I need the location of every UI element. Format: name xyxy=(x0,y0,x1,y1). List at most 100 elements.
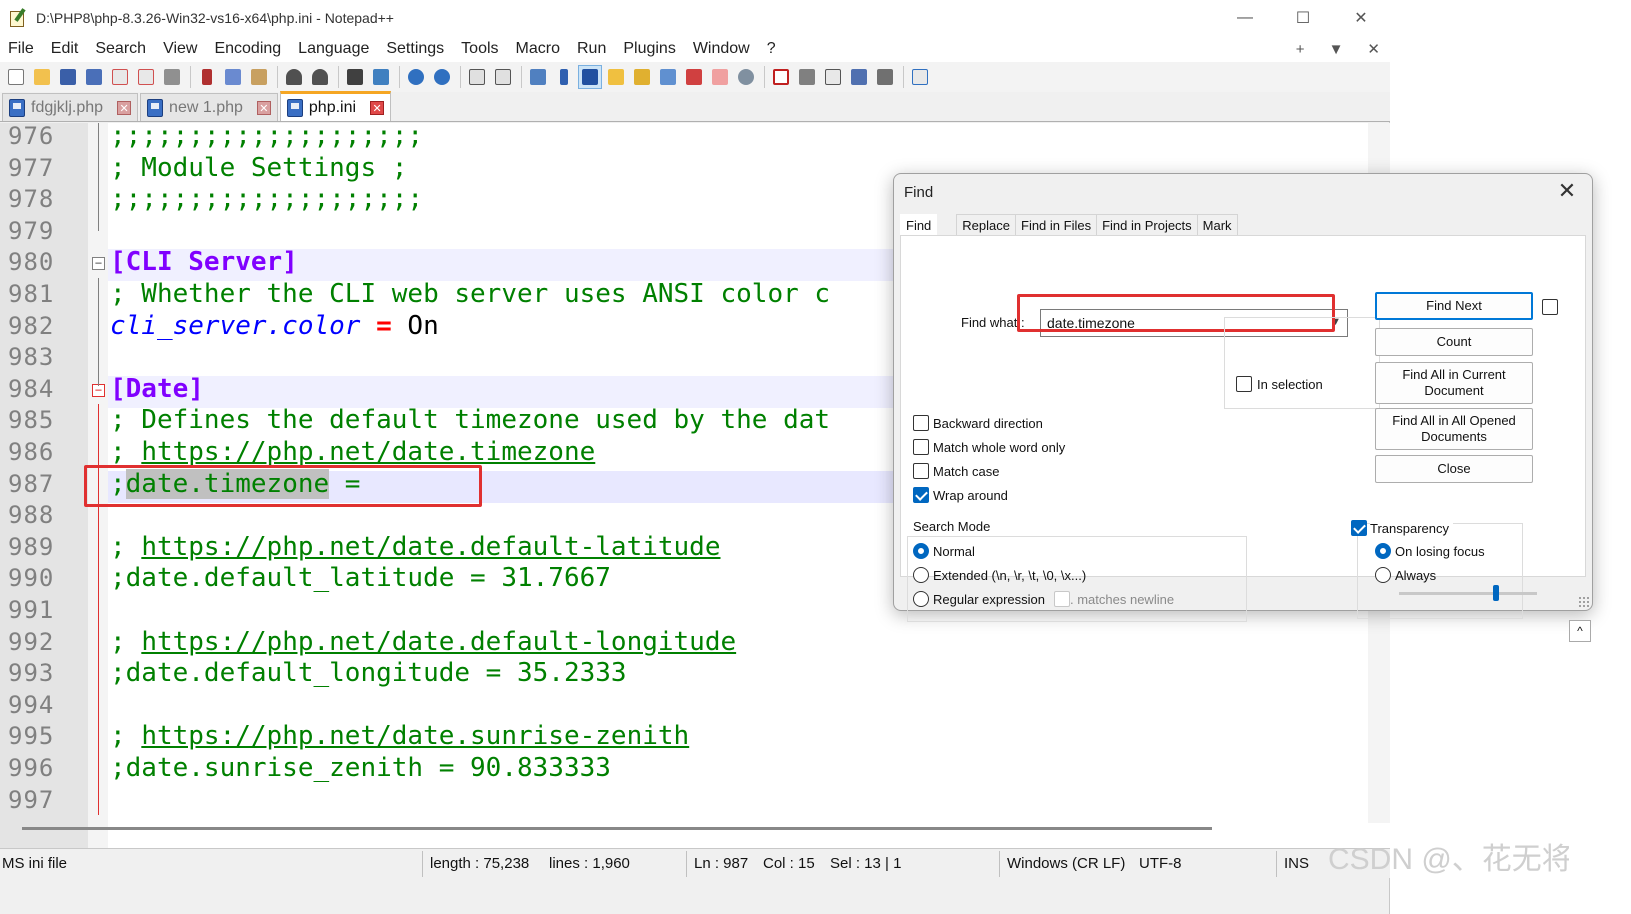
copy-icon[interactable] xyxy=(221,65,245,89)
mode-extended-radio[interactable] xyxy=(913,567,929,583)
record-macro-icon[interactable] xyxy=(769,65,793,89)
tab-replace[interactable]: Replace xyxy=(956,214,1016,236)
code-line[interactable]: 994 xyxy=(0,689,1390,721)
transparency-slider-thumb[interactable] xyxy=(1492,585,1499,601)
find-next-button[interactable]: Find Next xyxy=(1375,292,1533,320)
close-tab-icon[interactable]: ✕ xyxy=(117,100,132,115)
tab-php-ini[interactable]: php.ini ✕ xyxy=(279,91,392,121)
close-file-icon[interactable] xyxy=(108,65,132,89)
close-dialog-icon[interactable]: ✕ xyxy=(1554,178,1580,204)
menu-macro[interactable]: Macro xyxy=(508,40,569,58)
code-line[interactable]: 995; https://php.net/date.sunrise-zenith xyxy=(0,720,1390,752)
new-tab-plus-icon[interactable]: + xyxy=(1296,41,1305,58)
transparency-on-losing-focus-radio[interactable] xyxy=(1375,543,1391,559)
udl-icon[interactable] xyxy=(604,65,628,89)
sync-vertical-icon[interactable] xyxy=(465,65,489,89)
fold-line xyxy=(98,323,99,387)
transparency-always-radio[interactable] xyxy=(1375,567,1391,583)
zoom-in-icon[interactable] xyxy=(404,65,428,89)
in-selection-checkbox[interactable] xyxy=(1236,376,1252,392)
menu-tools[interactable]: Tools xyxy=(453,40,507,58)
indent-guide-icon[interactable] xyxy=(578,65,602,89)
menu-view[interactable]: View xyxy=(155,40,206,58)
minimize-button[interactable]: — xyxy=(1216,0,1274,36)
horizontal-scrollbar[interactable] xyxy=(22,827,1212,830)
close-tab-icon[interactable]: ✕ xyxy=(370,100,385,115)
find-next-option-checkbox[interactable] xyxy=(1542,299,1558,315)
save-macro-icon[interactable] xyxy=(873,65,897,89)
tab-list-dropdown-icon[interactable]: ▼ xyxy=(1329,41,1344,58)
print-icon[interactable] xyxy=(160,65,184,89)
code-line[interactable]: 993 ;date.default_longitude = 35.2333 xyxy=(0,657,1390,689)
zoom-out-icon[interactable] xyxy=(430,65,454,89)
close-button[interactable]: Close xyxy=(1375,455,1533,483)
new-file-icon[interactable] xyxy=(4,65,28,89)
transparency-checkbox[interactable] xyxy=(1351,520,1367,536)
word-wrap-icon[interactable] xyxy=(526,65,550,89)
monitoring-icon[interactable] xyxy=(734,65,758,89)
undo-icon[interactable] xyxy=(282,65,306,89)
menu-file[interactable]: File xyxy=(0,40,43,58)
resize-grip-icon[interactable] xyxy=(1578,596,1590,608)
plugin-icon[interactable] xyxy=(908,65,932,89)
doc-list-icon[interactable] xyxy=(656,65,680,89)
match-whole-word-checkbox[interactable] xyxy=(913,439,929,455)
menu-search[interactable]: Search xyxy=(87,40,155,58)
menu-language[interactable]: Language xyxy=(290,40,378,58)
menu-run[interactable]: Run xyxy=(569,40,615,58)
code-line[interactable]: 976;;;;;;;;;;;;;;;;;;;; xyxy=(0,123,1390,152)
menu-settings[interactable]: Settings xyxy=(378,40,453,58)
save-icon[interactable] xyxy=(56,65,80,89)
close-doc-icon[interactable]: ✕ xyxy=(1367,40,1380,58)
find-all-opened-button[interactable]: Find All in All Opened Documents xyxy=(1375,408,1533,450)
code-line[interactable]: 992; https://php.net/date.default-longit… xyxy=(0,626,1390,658)
save-all-icon[interactable] xyxy=(82,65,106,89)
collapse-dialog-icon[interactable]: ^ xyxy=(1569,620,1591,642)
doc-map-icon[interactable] xyxy=(630,65,654,89)
mode-regex-radio[interactable] xyxy=(913,591,929,607)
wrap-around-checkbox[interactable] xyxy=(913,487,929,503)
close-tab-icon[interactable]: ✕ xyxy=(256,100,271,115)
replace-icon[interactable] xyxy=(369,65,393,89)
code-line[interactable]: 997 xyxy=(0,784,1390,816)
find-all-current-button[interactable]: Find All in Current Document xyxy=(1375,362,1533,404)
maximize-button[interactable]: ☐ xyxy=(1274,0,1332,36)
tab-fdgjklj[interactable]: fdgjklj.php ✕ xyxy=(2,93,139,121)
code-line[interactable]: 996 ;date.sunrise_zenith = 90.833333 xyxy=(0,752,1390,784)
show-all-chars-icon[interactable] xyxy=(552,65,576,89)
tab-new1[interactable]: new 1.php ✕ xyxy=(140,93,278,121)
fold-collapse-icon[interactable]: − xyxy=(92,257,105,271)
run-macro-multiple-icon[interactable] xyxy=(847,65,871,89)
tab-mark[interactable]: Mark xyxy=(1196,214,1238,236)
tab-bar: fdgjklj.php ✕ new 1.php ✕ php.ini ✕ xyxy=(0,91,1390,122)
transparency-slider-track[interactable] xyxy=(1399,592,1537,595)
menu-plugins[interactable]: Plugins xyxy=(615,40,684,58)
menu-help[interactable]: ? xyxy=(759,40,785,58)
sync-horizontal-icon[interactable] xyxy=(491,65,515,89)
match-case-label: Match case xyxy=(933,464,1000,479)
matches-newline-checkbox[interactable] xyxy=(1054,591,1070,607)
count-button[interactable]: Count xyxy=(1375,328,1533,356)
paste-icon[interactable] xyxy=(247,65,271,89)
backward-direction-checkbox[interactable] xyxy=(913,415,929,431)
status-length: length : 75,238 xyxy=(430,855,530,872)
function-list-icon[interactable] xyxy=(682,65,706,89)
tab-find-in-projects[interactable]: Find in Projects xyxy=(1096,214,1198,236)
menu-edit[interactable]: Edit xyxy=(43,40,88,58)
cut-icon[interactable] xyxy=(195,65,219,89)
mode-normal-radio[interactable] xyxy=(913,543,929,559)
open-file-icon[interactable] xyxy=(30,65,54,89)
find-icon[interactable] xyxy=(343,65,367,89)
tab-find[interactable]: Find xyxy=(900,214,938,236)
code-token: = xyxy=(360,310,408,341)
menu-encoding[interactable]: Encoding xyxy=(206,40,290,58)
stop-macro-icon[interactable] xyxy=(795,65,819,89)
folder-workspace-icon[interactable] xyxy=(708,65,732,89)
redo-icon[interactable] xyxy=(308,65,332,89)
menu-window[interactable]: Window xyxy=(685,40,759,58)
play-macro-icon[interactable] xyxy=(821,65,845,89)
tab-find-in-files[interactable]: Find in Files xyxy=(1015,214,1098,236)
close-all-icon[interactable] xyxy=(134,65,158,89)
match-case-checkbox[interactable] xyxy=(913,463,929,479)
close-window-button[interactable]: ✕ xyxy=(1332,0,1390,36)
